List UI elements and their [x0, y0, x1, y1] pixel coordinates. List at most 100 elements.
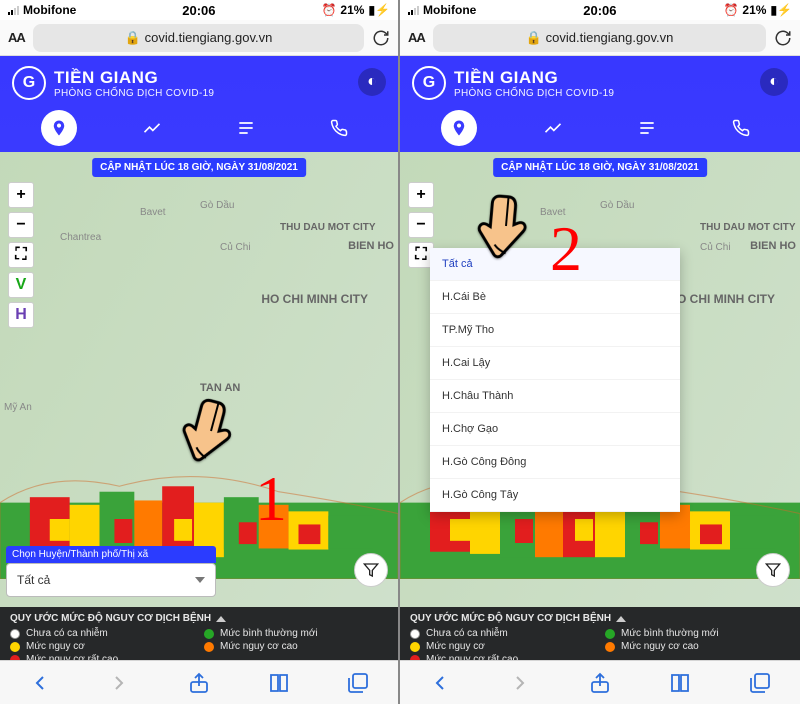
bookmarks-button[interactable] [667, 670, 693, 696]
lock-icon: 🔒 [124, 30, 140, 46]
dropdown-option[interactable]: H.Gò Công Đông [430, 446, 680, 479]
dropdown-option[interactable]: H.Cai Lậy [430, 347, 680, 380]
legend-title: QUY ƯỚC MỨC ĐỘ NGUY CƠ DỊCH BỆNH [410, 613, 611, 624]
tab-news[interactable] [629, 110, 665, 146]
back-button[interactable] [427, 670, 453, 696]
map-label: BIEN HO [348, 240, 394, 252]
share-button[interactable] [186, 670, 212, 696]
zoom-out-button[interactable]: − [8, 212, 34, 238]
app-header: G TIỀN GIANG PHÒNG CHỐNG DỊCH COVID-19 ◐ [400, 56, 800, 152]
legend-item: Mức bình thường mới [621, 628, 719, 639]
tabs-button[interactable] [345, 670, 371, 696]
status-bar: Mobifone 20:06 ⏰ 21% ▮⚡ [0, 0, 398, 20]
back-button[interactable] [27, 670, 53, 696]
map-area[interactable]: CẬP NHẬT LÚC 18 GIỜ, NGÀY 31/08/2021 + −… [400, 152, 800, 607]
legend-item: Mức nguy cơ [26, 641, 85, 652]
nav-tabs [412, 110, 788, 152]
map-label: Củ Chi [700, 242, 731, 253]
signal-icon [408, 5, 419, 15]
clock: 20:06 [583, 3, 616, 18]
chevron-up-icon [616, 616, 626, 622]
legend-item: Chưa có ca nhiễm [426, 628, 508, 639]
map-label: THU DAU MOT CITY [280, 222, 376, 233]
reload-button[interactable] [774, 29, 792, 47]
app-title: TIỀN GIANG [54, 68, 214, 88]
battery-icon: ▮⚡ [770, 3, 792, 17]
carrier-label: Mobifone [23, 3, 76, 17]
map-label: BIEN HO [750, 240, 796, 252]
chevron-down-icon [195, 577, 205, 583]
map-label: Bavet [140, 207, 166, 218]
forward-button[interactable] [507, 670, 533, 696]
battery-percent: 21% [340, 3, 364, 17]
selector-value: Tất cả [17, 573, 50, 587]
battery-icon: ▮⚡ [368, 3, 390, 17]
app-logo: G [12, 66, 46, 100]
app-header: G TIỀN GIANG PHÒNG CHỐNG DỊCH COVID-19 ◐ [0, 56, 398, 152]
url-text: covid.tiengiang.gov.vn [546, 30, 674, 45]
dropdown-option[interactable]: H.Gò Công Tây [430, 479, 680, 512]
update-timestamp: CẬP NHẬT LÚC 18 GIỜ, NGÀY 31/08/2021 [493, 158, 707, 177]
legend-item: Mức nguy cơ [426, 641, 485, 652]
zoom-out-button[interactable]: − [408, 212, 434, 238]
tab-contact[interactable] [321, 110, 357, 146]
filter-button[interactable] [756, 553, 790, 587]
zoom-in-button[interactable]: + [8, 182, 34, 208]
clock: 20:06 [182, 3, 215, 18]
app-logo: G [412, 66, 446, 100]
app-title: TIỀN GIANG [454, 68, 614, 88]
step-number: 2 [550, 212, 582, 286]
tab-news[interactable] [228, 110, 264, 146]
layer-h-button[interactable]: H [8, 302, 34, 328]
chevron-up-icon [216, 616, 226, 622]
address-bar[interactable]: 🔒 covid.tiengiang.gov.vn [433, 24, 766, 52]
map-label: TAN AN [200, 382, 240, 394]
district-selector[interactable]: Chọn Huyện/Thành phố/Thị xã Tất cả [6, 546, 216, 597]
map-label: HO CHI MINH CITY [261, 292, 368, 306]
zoom-in-button[interactable]: + [408, 182, 434, 208]
selector-label: Chọn Huyện/Thành phố/Thị xã [6, 546, 216, 563]
text-size-button[interactable]: AA [408, 30, 425, 45]
screen-2: Mobifone 20:06 ⏰ 21% ▮⚡ AA 🔒 covid.tieng… [400, 0, 800, 704]
browser-url-bar: AA 🔒 covid.tiengiang.gov.vn [400, 20, 800, 56]
theme-toggle[interactable]: ◐ [358, 68, 386, 96]
url-text: covid.tiengiang.gov.vn [145, 30, 273, 45]
browser-url-bar: AA 🔒 covid.tiengiang.gov.vn [0, 20, 398, 56]
alarm-icon: ⏰ [321, 3, 336, 17]
lock-icon: 🔒 [525, 30, 541, 46]
legend-item: Chưa có ca nhiễm [26, 628, 108, 639]
tab-map[interactable] [441, 110, 477, 146]
text-size-button[interactable]: AA [8, 30, 25, 45]
tabs-button[interactable] [747, 670, 773, 696]
tab-stats[interactable] [134, 110, 170, 146]
battery-percent: 21% [742, 3, 766, 17]
share-button[interactable] [587, 670, 613, 696]
legend-title: QUY ƯỚC MỨC ĐỘ NGUY CƠ DỊCH BỆNH [10, 613, 211, 624]
filter-button[interactable] [354, 553, 388, 587]
reload-button[interactable] [372, 29, 390, 47]
dropdown-option[interactable]: H.Chợ Gạo [430, 413, 680, 446]
map-label: Gò Dầu [200, 200, 234, 211]
forward-button[interactable] [106, 670, 132, 696]
map-label: Gò Dầu [600, 200, 634, 211]
map-label: Chantrea [60, 232, 101, 243]
tab-contact[interactable] [723, 110, 759, 146]
safari-toolbar [0, 660, 398, 704]
alarm-icon: ⏰ [723, 3, 738, 17]
tab-stats[interactable] [535, 110, 571, 146]
bookmarks-button[interactable] [266, 670, 292, 696]
dropdown-option[interactable]: H.Châu Thành [430, 380, 680, 413]
carrier-label: Mobifone [423, 3, 476, 17]
address-bar[interactable]: 🔒 covid.tiengiang.gov.vn [33, 24, 364, 52]
screen-1: Mobifone 20:06 ⏰ 21% ▮⚡ AA 🔒 covid.tieng… [0, 0, 400, 704]
map-label: Củ Chi [220, 242, 251, 253]
app-subtitle: PHÒNG CHỐNG DỊCH COVID-19 [54, 88, 214, 99]
map-label: Mỹ An [4, 402, 32, 413]
layer-v-button[interactable]: V [8, 272, 34, 298]
theme-toggle[interactable]: ◐ [760, 68, 788, 96]
map-area[interactable]: CẬP NHẬT LÚC 18 GIỜ, NGÀY 31/08/2021 + −… [0, 152, 398, 607]
dropdown-option[interactable]: TP.Mỹ Tho [430, 314, 680, 347]
app-subtitle: PHÒNG CHỐNG DỊCH COVID-19 [454, 88, 614, 99]
tab-map[interactable] [41, 110, 77, 146]
fullscreen-button[interactable]: ⛶ [8, 242, 34, 268]
